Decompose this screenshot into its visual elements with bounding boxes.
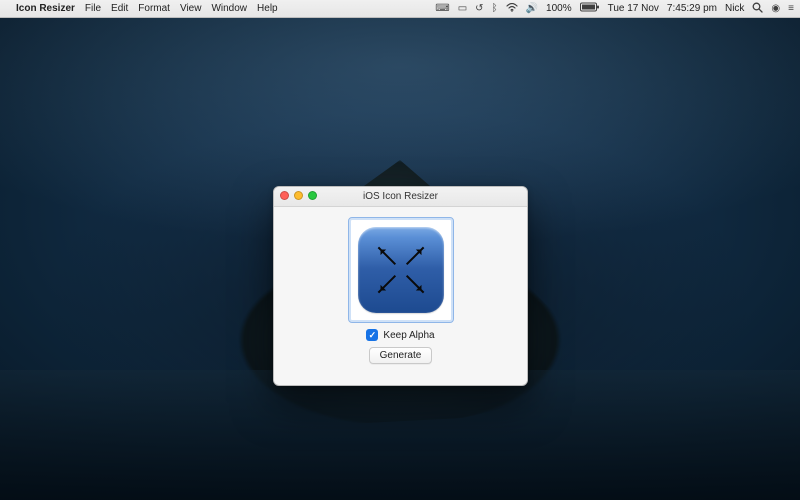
wifi-icon[interactable] [506,3,518,15]
expand-arrows-icon [377,275,395,293]
expand-arrows-icon [377,247,395,265]
menubar-left: Icon Resizer File Edit Format View Windo… [6,3,278,14]
icon-dropzone[interactable] [348,217,454,323]
keep-alpha-label: Keep Alpha [383,330,434,341]
window-titlebar[interactable]: iOS Icon Resizer [274,187,527,207]
notification-center-icon[interactable]: ≡ [788,3,794,14]
volume-icon[interactable]: 🔊 [526,3,538,14]
expand-arrows-icon [405,247,423,265]
generate-button[interactable]: Generate [369,347,433,364]
menubar-time[interactable]: 7:45:29 pm [667,3,717,14]
app-window: iOS Icon Resizer ✓ Keep Alpha Generate [273,186,528,386]
keep-alpha-row[interactable]: ✓ Keep Alpha [366,329,434,341]
menu-edit[interactable]: Edit [111,3,128,14]
menubar-date[interactable]: Tue 17 Nov [608,3,659,14]
menu-format[interactable]: Format [138,3,170,14]
bluetooth-icon[interactable]: ᛒ [492,3,498,14]
minimize-button[interactable] [294,191,303,200]
app-icon-preview [358,227,444,313]
battery-icon[interactable] [580,2,600,15]
spotlight-icon[interactable] [752,2,763,16]
window-traffic-lights [280,191,317,200]
desktop-wallpaper: iOS Icon Resizer ✓ Keep Alpha Generate [0,18,800,500]
app-menu[interactable]: Icon Resizer [16,3,75,14]
menu-help[interactable]: Help [257,3,278,14]
menu-file[interactable]: File [85,3,101,14]
zoom-button[interactable] [308,191,317,200]
keyboard-icon[interactable]: ⌨︎ [435,3,449,14]
menu-window[interactable]: Window [211,3,247,14]
menubar-user[interactable]: Nick [725,3,744,14]
close-button[interactable] [280,191,289,200]
menubar-right: ⌨︎ ▭ ↺ ᛒ 🔊 100% Tue 17 Nov 7:45:29 pm Ni… [435,2,794,16]
expand-arrows-icon [405,275,423,293]
wallpaper-water [0,370,800,500]
time-machine-icon[interactable]: ↺ [475,3,483,14]
keep-alpha-checkbox[interactable]: ✓ [366,329,378,341]
battery-percent[interactable]: 100% [546,3,572,14]
display-icon[interactable]: ▭ [458,3,467,14]
menu-view[interactable]: View [180,3,202,14]
window-content: ✓ Keep Alpha Generate [274,207,527,372]
menubar: Icon Resizer File Edit Format View Windo… [0,0,800,18]
siri-icon[interactable]: ◉ [771,3,780,14]
window-title: iOS Icon Resizer [363,191,438,202]
